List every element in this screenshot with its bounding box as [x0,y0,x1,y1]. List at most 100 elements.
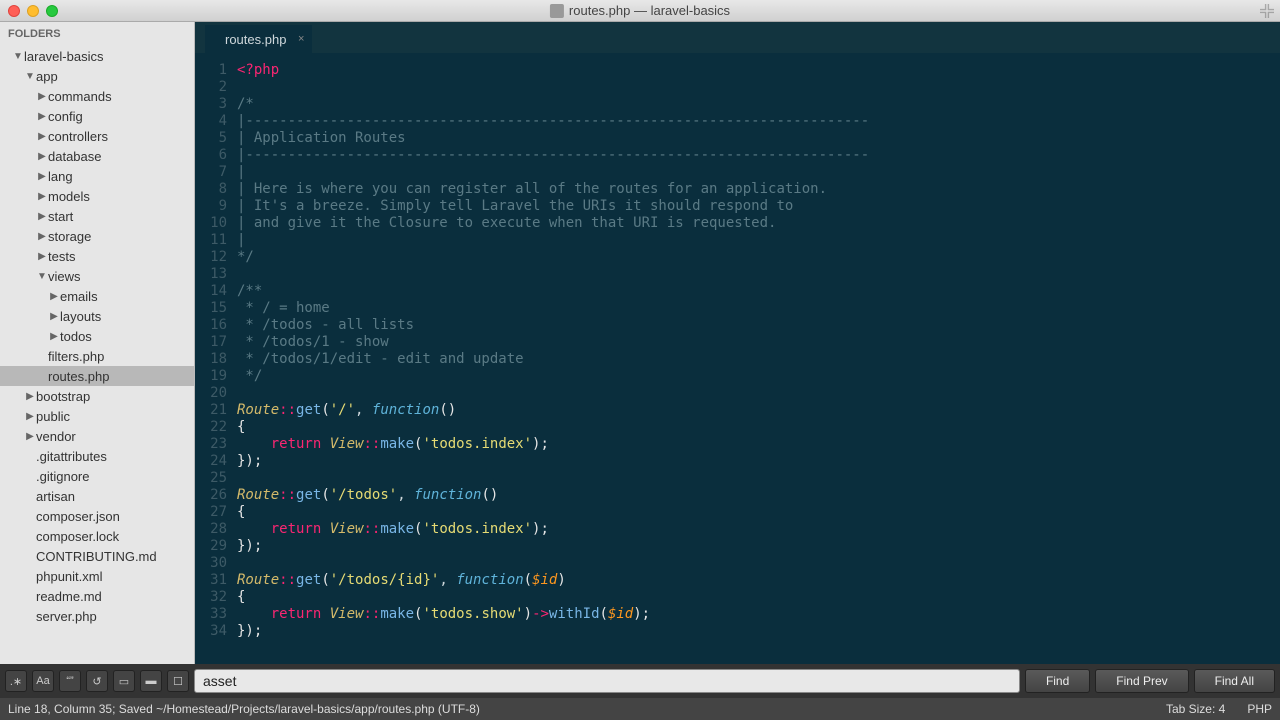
wrap-toggle[interactable]: ↺ [86,670,108,692]
file-item[interactable]: routes.php [0,366,194,386]
code-area[interactable]: <?php/*|--------------------------------… [237,54,1262,664]
editor[interactable]: 1234567891011121314151617181920212223242… [195,54,1280,664]
twisty-icon: ▶ [36,151,48,162]
sidebar: FOLDERS ▼laravel-basics▼app▶commands▶con… [0,22,195,664]
tree-label: filters.php [48,349,104,364]
folder-item[interactable]: ▼laravel-basics [0,46,194,66]
whole-word-toggle[interactable]: “” [59,670,81,692]
tree-label: phpunit.xml [36,569,102,584]
tree-label: layouts [60,309,101,324]
find-prev-button[interactable]: Find Prev [1095,669,1188,693]
twisty-icon: ▼ [24,71,36,82]
folder-item[interactable]: ▶controllers [0,126,194,146]
tree-label: bootstrap [36,389,90,404]
tree-label: config [48,109,83,124]
tree-label: emails [60,289,98,304]
find-all-button[interactable]: Find All [1194,669,1275,693]
tree-label: composer.json [36,509,120,524]
tree-label: views [48,269,81,284]
status-bar: Line 18, Column 35; Saved ~/Homestead/Pr… [0,698,1280,720]
twisty-icon: ▶ [48,311,60,322]
tree-label: lang [48,169,73,184]
tree-label: composer.lock [36,529,119,544]
in-selection-toggle[interactable]: ▭ [113,670,135,692]
tab-close-icon[interactable]: × [298,33,304,45]
twisty-icon: ▶ [36,191,48,202]
folder-item[interactable]: ▶lang [0,166,194,186]
title-bar: routes.php — laravel-basics [0,0,1280,22]
tree-label: artisan [36,489,75,504]
folder-item[interactable]: ▶commands [0,86,194,106]
close-window-button[interactable] [8,5,20,17]
folder-item[interactable]: ▶start [0,206,194,226]
folder-item[interactable]: ▶vendor [0,426,194,446]
folder-item[interactable]: ▶config [0,106,194,126]
file-item[interactable]: filters.php [0,346,194,366]
status-language[interactable]: PHP [1247,702,1272,716]
folder-item[interactable]: ▶tests [0,246,194,266]
traffic-lights [8,5,58,17]
sidebar-header: FOLDERS [0,22,194,46]
window-title: routes.php — laravel-basics [550,3,730,18]
preserve-case-toggle[interactable]: ☐ [167,670,189,692]
folder-item[interactable]: ▼app [0,66,194,86]
find-button[interactable]: Find [1025,669,1090,693]
file-item[interactable]: readme.md [0,586,194,606]
tree-label: start [48,209,73,224]
minimize-window-button[interactable] [27,5,39,17]
window-title-text: routes.php — laravel-basics [569,3,730,18]
tab-bar: routes.php × [195,22,1280,54]
twisty-icon: ▼ [12,51,24,62]
file-item[interactable]: .gitignore [0,466,194,486]
folder-item[interactable]: ▶storage [0,226,194,246]
tree-label: todos [60,329,92,344]
highlight-toggle[interactable]: ▬ [140,670,162,692]
tree-label: routes.php [48,369,109,384]
folder-item[interactable]: ▶emails [0,286,194,306]
file-tree: ▼laravel-basics▼app▶commands▶config▶cont… [0,46,194,626]
line-gutter: 1234567891011121314151617181920212223242… [195,54,237,664]
file-item[interactable]: composer.lock [0,526,194,546]
expand-icon[interactable] [1260,4,1274,18]
zoom-window-button[interactable] [46,5,58,17]
tree-label: database [48,149,102,164]
folder-item[interactable]: ▶models [0,186,194,206]
file-item[interactable]: server.php [0,606,194,626]
twisty-icon: ▶ [24,411,36,422]
twisty-icon: ▶ [24,391,36,402]
tree-label: app [36,69,58,84]
twisty-icon: ▼ [36,271,48,282]
tree-label: readme.md [36,589,102,604]
folder-item[interactable]: ▶bootstrap [0,386,194,406]
twisty-icon: ▶ [48,291,60,302]
file-item[interactable]: phpunit.xml [0,566,194,586]
tree-label: public [36,409,70,424]
tree-label: CONTRIBUTING.md [36,549,157,564]
twisty-icon: ▶ [36,131,48,142]
file-item[interactable]: CONTRIBUTING.md [0,546,194,566]
twisty-icon: ▶ [36,251,48,262]
twisty-icon: ▶ [36,171,48,182]
tree-label: commands [48,89,112,104]
twisty-icon: ▶ [36,231,48,242]
twisty-icon: ▶ [36,211,48,222]
tree-label: tests [48,249,75,264]
tree-label: server.php [36,609,97,624]
minimap[interactable] [1262,54,1280,664]
tree-label: vendor [36,429,76,444]
twisty-icon: ▶ [36,91,48,102]
folder-item[interactable]: ▶public [0,406,194,426]
folder-item[interactable]: ▶database [0,146,194,166]
case-toggle[interactable]: Aa [32,670,54,692]
folder-item[interactable]: ▶todos [0,326,194,346]
regex-toggle[interactable]: .∗ [5,670,27,692]
file-item[interactable]: .gitattributes [0,446,194,466]
file-item[interactable]: composer.json [0,506,194,526]
php-file-icon [550,4,564,18]
find-input[interactable] [194,669,1020,693]
status-tabsize[interactable]: Tab Size: 4 [1166,702,1225,716]
file-item[interactable]: artisan [0,486,194,506]
folder-item[interactable]: ▼views [0,266,194,286]
tab-routes[interactable]: routes.php × [205,25,312,53]
folder-item[interactable]: ▶layouts [0,306,194,326]
